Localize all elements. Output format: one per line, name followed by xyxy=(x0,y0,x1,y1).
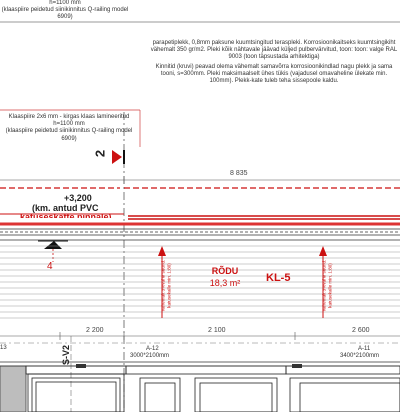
dimension-seg1: 2 200 xyxy=(86,327,104,334)
window-size-a12: 3000*2100mm xyxy=(130,353,170,359)
column-tag-sv2: S-V2 xyxy=(61,344,72,366)
level-label-cont: katuseskatte pinnale) xyxy=(20,212,112,218)
note-line: 9003 (toon täpsustada arhitektiga) xyxy=(228,54,320,61)
room-area: 18,3 m² xyxy=(209,278,241,288)
room-name: RÕDU xyxy=(211,266,239,276)
axis-marker-number: 4 xyxy=(47,261,53,272)
window-size-a11: 3400*2100mm xyxy=(340,353,380,359)
note-line: 100mm). Plekk-kate tuleb teha sissepoole… xyxy=(209,78,339,85)
column-marker xyxy=(76,364,86,368)
level-value: +3,200 xyxy=(64,193,92,203)
slope-note-1: vähemalt 3%vahe suund: katusekalle min. … xyxy=(160,259,172,312)
top-railing-note: h=1100 mm (klaaspiire peidetud siinikinn… xyxy=(0,0,130,22)
dimension-total: 8 835 xyxy=(230,170,248,177)
note-line: (klaaspiire peidetud siinikinnitus Q-rai… xyxy=(1,7,129,14)
note-line: tooni, s=300mm. Pleki maksimaalselt ühes… xyxy=(160,70,388,77)
note-line: Klaaspiire 2x6 mm - kirgas klaas laminee… xyxy=(8,114,130,120)
note-line: parapetiplekk, 0,8mm paksune kuumtsingit… xyxy=(152,40,396,46)
note-line: h=1100 mm xyxy=(53,121,85,128)
slope-arrow-icon-2 xyxy=(319,246,327,256)
axis-triangle-icon xyxy=(44,241,62,249)
parapet-note: parapetiplekk, 0,8mm paksune kuumtsingit… xyxy=(148,40,400,85)
note-line: 6909) xyxy=(57,14,73,21)
note-line: (klaaspiire peidetud siinikinnitus Q-rai… xyxy=(5,128,133,135)
slope-note-2: vähemalt 3%vahe suund: katusekalle min. … xyxy=(321,259,333,312)
window-frames xyxy=(0,365,400,412)
note-line: h=1100 mm xyxy=(49,0,81,6)
room-code: KL-5 xyxy=(266,272,291,284)
section-arrow-icon xyxy=(112,150,122,164)
window-tag-a11: A-11 xyxy=(358,346,371,352)
window-tag-a12: A-12 xyxy=(146,346,159,352)
slope-arrow-icon-1 xyxy=(158,246,166,256)
tag-left: 13 xyxy=(0,345,7,351)
dimension-seg2: 2 100 xyxy=(208,327,226,334)
note-line: vähemalt 350 gr/m2. Pleki kõik nähtavale… xyxy=(150,47,398,54)
section-marker-number: 2 xyxy=(92,149,108,158)
note-line: 6909) xyxy=(61,135,77,142)
glass-railing-note: Klaaspiire 2x6 mm - kirgas klaas laminee… xyxy=(0,114,138,143)
note-line: Kinnitid (kruvi) peavad olema vähemalt s… xyxy=(155,63,393,70)
dimension-seg3: 2 600 xyxy=(352,327,370,334)
